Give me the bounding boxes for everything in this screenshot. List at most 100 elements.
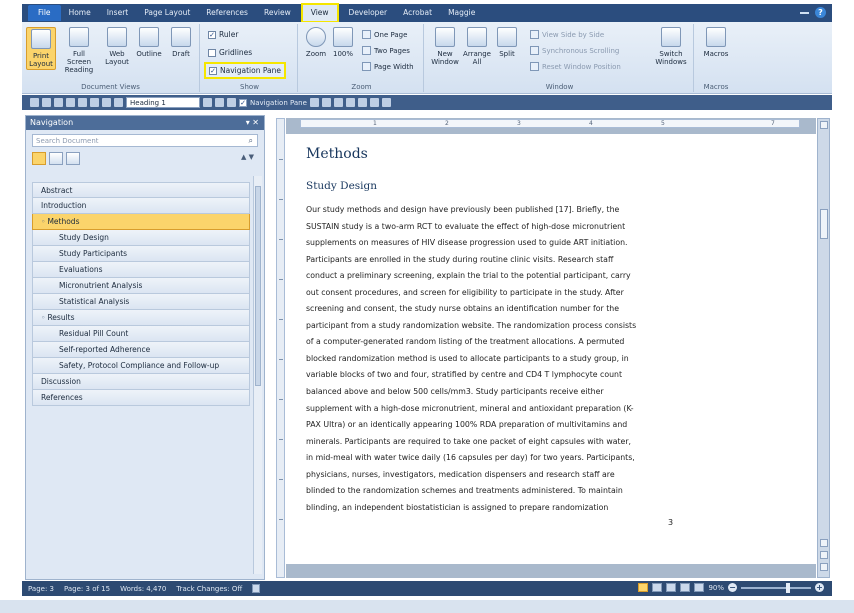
gridlines-checkbox[interactable]: Gridlines [208,48,252,57]
tab-page-layout[interactable]: Page Layout [136,5,198,21]
zoom-button[interactable]: Zoom [304,27,328,58]
toolbar-shapes-icon[interactable] [345,98,355,107]
nav-heading-introduction[interactable]: Introduction [32,198,250,214]
tab-file[interactable]: File [28,5,61,21]
minimize-ribbon-icon[interactable] [800,11,809,14]
nav-heading-references[interactable]: References [32,390,250,406]
nav-heading-self-reported-adherence[interactable]: Self-reported Adherence [32,342,250,358]
document-scroll-thumb[interactable] [820,209,828,239]
tab-view[interactable]: View [300,3,339,23]
zoom-out-icon[interactable]: − [728,583,737,592]
toolbar-link-icon[interactable] [381,98,391,107]
navigation-pane-close-icon[interactable]: ▾ ✕ [246,116,259,130]
toolbar-image-icon[interactable] [357,98,367,107]
ruler-checkbox[interactable]: ✓ Ruler [208,30,238,39]
draft-view-icon[interactable] [694,583,705,592]
scroll-up-icon[interactable] [820,121,828,129]
split-button[interactable]: Split [494,27,520,58]
new-window-button[interactable]: New Window [430,27,460,66]
toolbar-print-icon[interactable] [203,98,212,107]
web-layout-button[interactable]: Web Layout [102,27,132,66]
print-layout-view-icon[interactable] [638,583,649,592]
heading-nav-arrows-icon[interactable]: ▲ ▼ [241,153,254,161]
nav-heading-micronutrient-analysis[interactable]: Micronutrient Analysis [32,278,250,294]
zoom-slider-knob[interactable] [786,582,790,593]
nav-heading-methods[interactable]: ◦ Methods [32,214,250,230]
nav-heading-abstract[interactable]: Abstract [32,182,250,198]
outline-view-icon[interactable] [680,583,691,592]
toolbar-indent-icon[interactable] [90,98,99,107]
collapse-triangle-icon[interactable]: ◦ [41,313,45,322]
browse-pages-tab[interactable] [49,151,63,165]
web-layout-view-icon[interactable] [666,583,677,592]
nav-heading-study-participants[interactable]: Study Participants [32,246,250,262]
browse-results-tab[interactable] [66,151,80,165]
help-icon[interactable]: ? [815,7,826,18]
toolbar-format-icon[interactable] [66,98,75,107]
tab-home[interactable]: Home [61,5,99,21]
toolbar-folder-icon[interactable] [102,98,111,107]
toolbar-line-icon[interactable] [227,98,236,107]
nav-heading-evaluations[interactable]: Evaluations [32,262,250,278]
toolbar-draw-icon[interactable] [333,98,343,107]
next-page-icon[interactable] [820,563,828,571]
search-document-input[interactable]: Search Document ⌕ [32,134,258,147]
tab-insert[interactable]: Insert [99,5,137,21]
page-width-button[interactable]: Page Width [362,62,414,71]
tab-maggie[interactable]: Maggie [440,5,483,21]
toolbar-style-icon[interactable] [114,98,123,107]
reset-window-position-button[interactable]: Reset Window Position [530,62,621,71]
switch-windows-button[interactable]: Switch Windows [652,27,690,66]
zoom-in-icon[interactable]: + [815,583,824,592]
style-select[interactable]: Heading 1 [126,97,200,108]
full-screen-reading-button[interactable]: Full Screen Reading [60,27,98,74]
macros-button[interactable]: Macros [700,27,732,58]
nav-heading-statistical-analysis[interactable]: Statistical Analysis [32,294,250,310]
outline-button[interactable]: Outline [134,27,164,58]
toolbar-redo-icon[interactable] [54,98,63,107]
one-page-button[interactable]: One Page [362,30,407,39]
macro-record-icon[interactable] [252,584,261,593]
two-pages-button[interactable]: Two Pages [362,46,410,55]
zoom-slider[interactable] [741,582,811,593]
toolbar-undo-icon[interactable] [42,98,51,107]
toolbar-chart-icon[interactable] [369,98,379,107]
zoom-100-button[interactable]: 100% [330,27,356,58]
toolbar-nav-pane-checkbox[interactable]: ✓ [239,98,247,107]
synchronous-scrolling-button[interactable]: Synchronous Scrolling [530,46,619,55]
previous-page-icon[interactable] [820,539,828,547]
tab-review[interactable]: Review [256,5,299,21]
toolbar-font-color-icon[interactable] [321,98,331,107]
nav-heading-safety-protocol[interactable]: Safety, Protocol Compliance and Follow-u… [32,358,250,374]
nav-heading-results[interactable]: ◦ Results [32,310,250,326]
search-icon[interactable]: ⌕ [249,135,253,147]
draft-button[interactable]: Draft [166,27,196,58]
tab-developer[interactable]: Developer [341,5,396,21]
arrange-all-button[interactable]: Arrange All [462,27,492,66]
document-page[interactable]: Methods Study Design Our study methods a… [286,134,816,564]
tab-acrobat[interactable]: Acrobat [395,5,440,21]
navigation-pane-checkbox[interactable]: ✓ Navigation Pane [204,62,286,79]
navigation-pane-scroll-thumb[interactable] [255,186,261,386]
status-page[interactable]: Page: 3 [28,585,54,593]
nav-heading-discussion[interactable]: Discussion [32,374,250,390]
toolbar-table-icon[interactable] [215,98,224,107]
browse-object-icon[interactable] [820,551,828,559]
browse-headings-tab[interactable] [32,151,46,165]
status-track-changes[interactable]: Track Changes: Off [176,585,242,593]
toolbar-highlight-icon[interactable] [309,98,319,107]
tab-references[interactable]: References [198,5,256,21]
collapse-triangle-icon[interactable]: ◦ [41,217,45,226]
print-layout-button[interactable]: Print Layout [26,27,56,70]
full-screen-view-icon[interactable] [652,583,663,592]
nav-heading-residual-pill-count[interactable]: Residual Pill Count [32,326,250,342]
toolbar-save-icon[interactable] [30,98,39,107]
view-side-by-side-button[interactable]: View Side by Side [530,30,604,39]
status-word-count[interactable]: Words: 4,470 [120,585,166,593]
toolbar-bullets-icon[interactable] [78,98,87,107]
document-vertical-scrollbar[interactable] [817,118,830,578]
zoom-level[interactable]: 90% [708,584,724,592]
nav-heading-study-design[interactable]: Study Design [32,230,250,246]
navigation-pane-scrollbar[interactable] [253,176,262,574]
status-page-of[interactable]: Page: 3 of 15 [64,585,110,593]
